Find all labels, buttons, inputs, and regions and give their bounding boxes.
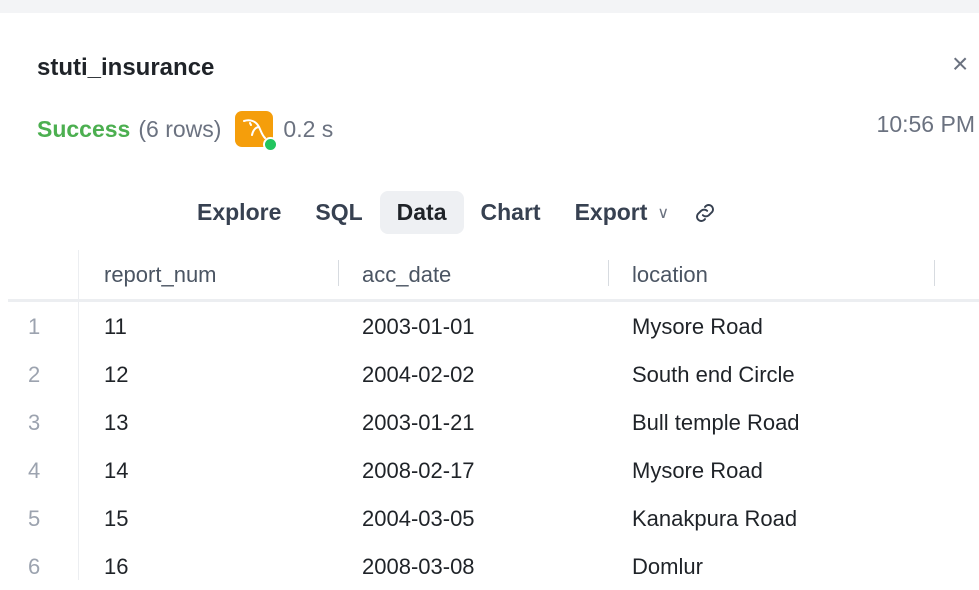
tab-explore[interactable]: Explore — [180, 191, 298, 234]
tab-data[interactable]: Data — [379, 191, 464, 234]
cell-report-num[interactable]: 12 — [104, 362, 128, 388]
column-resize-handle[interactable] — [934, 260, 935, 286]
tab-sql[interactable]: SQL — [298, 191, 379, 234]
timestamp: 10:56 PM — [876, 111, 975, 137]
column-resize-handle[interactable] — [608, 260, 609, 286]
row-number: 6 — [28, 554, 41, 579]
cell-location[interactable]: Mysore Road — [632, 458, 763, 484]
cell-report-num[interactable]: 15 — [104, 506, 128, 532]
row-number: 5 — [28, 506, 41, 531]
tab-chart[interactable]: Chart — [464, 191, 558, 234]
link-icon[interactable] — [692, 200, 718, 226]
mysql-dolphin-icon — [235, 111, 279, 152]
cell-report-num[interactable]: 11 — [104, 314, 127, 340]
column-header-acc-date[interactable]: acc_date — [362, 262, 451, 288]
query-duration: 0.2 s — [283, 115, 334, 142]
cell-acc-date[interactable]: 2008-02-17 — [362, 458, 475, 484]
table-row[interactable]: 5 15 2004-03-05 Kanakpura Road — [8, 494, 979, 542]
chevron-down-icon: ∨ — [657, 205, 670, 222]
table-row[interactable]: 1 11 2003-01-01 Mysore Road — [8, 302, 979, 350]
export-label: Export — [574, 199, 648, 225]
cell-report-num[interactable]: 14 — [104, 458, 128, 484]
database-name: stuti_insurance — [37, 54, 215, 81]
cell-acc-date[interactable]: 2004-03-05 — [362, 506, 475, 532]
cell-location[interactable]: Bull temple Road — [632, 410, 800, 436]
cell-acc-date[interactable]: 2008-03-08 — [362, 554, 475, 580]
result-tabs: Explore SQL Data Chart Export ∨ — [180, 190, 718, 235]
cell-location[interactable]: Mysore Road — [632, 314, 763, 340]
top-strip — [0, 0, 979, 13]
row-number: 3 — [28, 410, 41, 435]
cell-location[interactable]: Domlur — [632, 554, 703, 580]
cell-acc-date[interactable]: 2004-02-02 — [362, 362, 475, 388]
cell-location[interactable]: South end Circle — [632, 362, 795, 388]
cell-report-num[interactable]: 16 — [104, 554, 128, 580]
status-state: Success — [37, 115, 131, 142]
table-row[interactable]: 3 13 2003-01-21 Bull temple Road — [8, 398, 979, 446]
status-row-count: (6 rows) — [138, 115, 222, 142]
connection-status-dot — [263, 137, 279, 152]
cell-acc-date[interactable]: 2003-01-21 — [362, 410, 475, 436]
export-dropdown[interactable]: Export ∨ — [558, 191, 687, 234]
column-header-report-num[interactable]: report_num — [104, 262, 217, 288]
table-header: report_num acc_date location — [8, 250, 979, 302]
column-header-location[interactable]: location — [632, 262, 708, 288]
table-row[interactable]: 4 14 2008-02-17 Mysore Road — [8, 446, 979, 494]
row-number: 4 — [28, 458, 41, 483]
status-line: Success (6 rows) 0.2 s — [37, 111, 334, 152]
table-row[interactable]: 6 16 2008-03-08 Domlur — [8, 542, 979, 590]
table-row[interactable]: 2 12 2004-02-02 South end Circle — [8, 350, 979, 398]
cell-report-num[interactable]: 13 — [104, 410, 128, 436]
cell-acc-date[interactable]: 2003-01-01 — [362, 314, 475, 340]
cell-location[interactable]: Kanakpura Road — [632, 506, 797, 532]
close-button[interactable]: × — [952, 50, 968, 78]
row-number: 1 — [28, 314, 41, 339]
column-resize-handle[interactable] — [338, 260, 339, 286]
row-number: 2 — [28, 362, 41, 387]
